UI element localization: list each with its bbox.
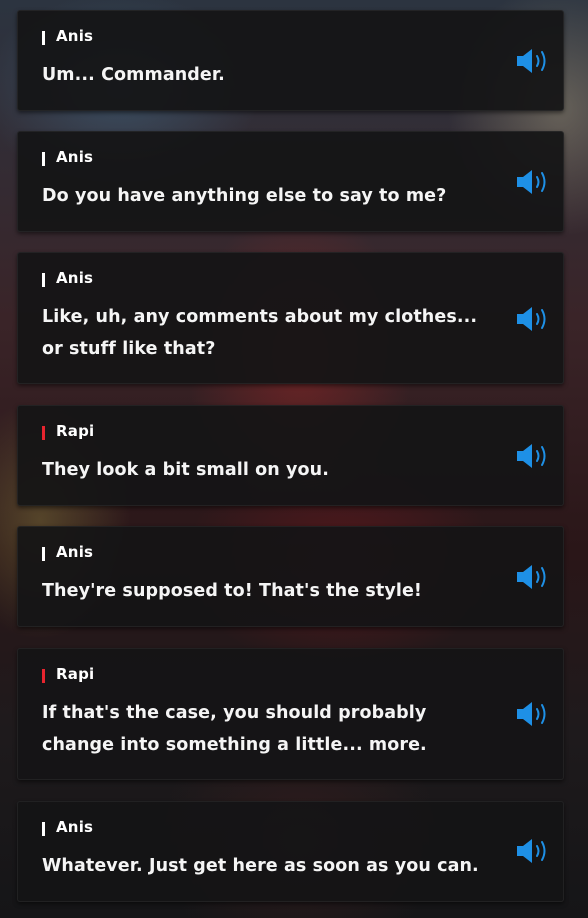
dialogue-entry: Anis They're supposed to! That's the sty… xyxy=(17,526,564,627)
dialogue-entry: Anis Whatever. Just get here as soon as … xyxy=(17,801,564,902)
voice-playback-button[interactable] xyxy=(515,700,551,728)
voice-playback-button[interactable] xyxy=(515,305,551,333)
speaker-row: Rapi xyxy=(42,421,493,441)
dialogue-text: Do you have anything else to say to me? xyxy=(42,186,447,206)
dialogue-entry: Rapi If that's the case, you should prob… xyxy=(17,648,564,780)
speaker-name: Rapi xyxy=(56,665,95,683)
dialogue-text: They're supposed to! That's the style! xyxy=(42,581,422,601)
speaker-row: Anis xyxy=(42,147,493,167)
dialogue-text: If that's the case, you should probably … xyxy=(42,703,427,755)
dialogue-text: They look a bit small on you. xyxy=(42,460,329,480)
speaker-volume-icon xyxy=(517,565,546,589)
speaker-volume-icon xyxy=(517,444,546,468)
dialogue-log: Anis Um... Commander. Anis Do you have a… xyxy=(0,0,588,918)
dialogue-text: Whatever. Just get here as soon as you c… xyxy=(42,856,479,876)
dialogue-text: Like, uh, any comments about my clothes.… xyxy=(42,307,478,359)
dialogue-entry: Anis Like, uh, any comments about my clo… xyxy=(17,252,564,384)
speaker-name: Anis xyxy=(56,543,94,561)
speaker-name: Anis xyxy=(56,269,94,287)
speaker-marker xyxy=(42,546,45,561)
voice-playback-button[interactable] xyxy=(515,442,551,470)
speaker-marker xyxy=(42,30,45,45)
voice-playback-button[interactable] xyxy=(515,563,551,591)
voice-playback-button[interactable] xyxy=(515,47,551,75)
voice-playback-button[interactable] xyxy=(515,168,551,196)
speaker-name: Anis xyxy=(56,818,94,836)
speaker-marker xyxy=(42,668,45,683)
speaker-row: Anis xyxy=(42,542,493,562)
dialogue-entry: Rapi They look a bit small on you. xyxy=(17,405,564,506)
speaker-volume-icon xyxy=(517,307,546,331)
dialogue-text: Um... Commander. xyxy=(42,65,225,85)
speaker-volume-icon xyxy=(517,702,546,726)
speaker-name: Anis xyxy=(56,27,94,45)
speaker-marker xyxy=(42,151,45,166)
speaker-volume-icon xyxy=(517,49,546,73)
dialogue-entry: Anis Um... Commander. xyxy=(17,10,564,111)
speaker-row: Anis xyxy=(42,817,493,837)
speaker-marker xyxy=(42,821,45,836)
speaker-name: Rapi xyxy=(56,422,95,440)
speaker-marker xyxy=(42,272,45,287)
speaker-row: Anis xyxy=(42,26,493,46)
speaker-name: Anis xyxy=(56,148,94,166)
speaker-row: Rapi xyxy=(42,664,493,684)
speaker-volume-icon xyxy=(517,170,546,194)
speaker-volume-icon xyxy=(517,839,546,863)
speaker-row: Anis xyxy=(42,268,493,288)
dialogue-entry: Anis Do you have anything else to say to… xyxy=(17,131,564,232)
speaker-marker xyxy=(42,425,45,440)
voice-playback-button[interactable] xyxy=(515,837,551,865)
